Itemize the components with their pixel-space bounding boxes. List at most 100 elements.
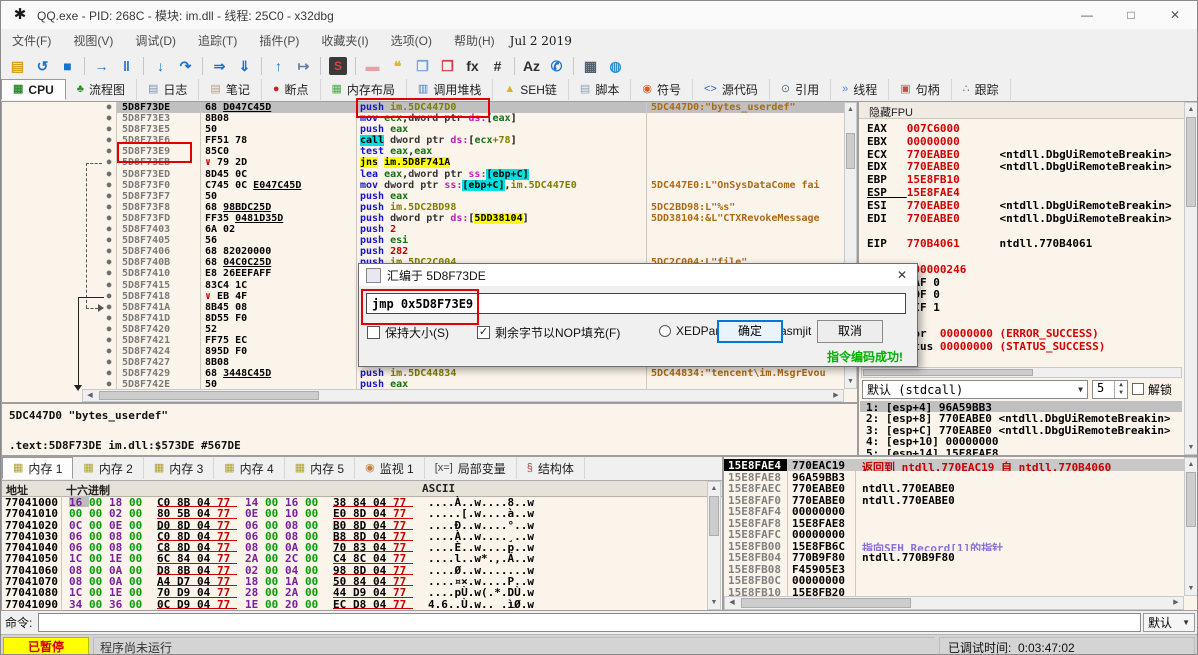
step-into-icon[interactable]: ↓ — [148, 55, 173, 77]
register-line[interactable]: EBX 00000000 — [859, 135, 1197, 148]
disasm-row[interactable]: ● 5D8F7429 68 3448C45D push im.5DC44834 5DC4… — [2, 368, 845, 380]
dialog-close-icon[interactable]: ✕ — [887, 268, 917, 282]
az-text-icon[interactable]: Az — [519, 55, 544, 77]
run-to-user-code-icon[interactable]: ⇓ — [232, 55, 257, 77]
maximize-button[interactable]: □ — [1109, 1, 1153, 29]
tab-结构体[interactable]: § 结构体 — [517, 457, 585, 479]
stack-vscrollbar[interactable]: ▲ ▼ — [1184, 457, 1197, 596]
breakpoint-dot-icon[interactable]: ● — [102, 190, 117, 202]
dump-row[interactable]: 77041010 00 00 02 00 80 5B 04 77 0E 00 10 00 E0 8D 04 77… — [2, 507, 708, 520]
register-line[interactable]: EDI 770EABE0 <ntdll.DbgUiRemoteBreakin> — [859, 212, 1197, 225]
breakpoint-dot-icon[interactable]: ● — [102, 113, 117, 125]
register-line[interactable] — [859, 250, 1197, 263]
label-icon[interactable]: ❐ — [410, 55, 435, 77]
tab-笔记[interactable]: ▤ 笔记 — [199, 79, 262, 100]
register-line[interactable]: ESP 15E8FAE4 — [859, 186, 1197, 199]
tab-源代码[interactable]: <> 源代码 — [693, 79, 770, 100]
bookmark-icon[interactable]: ❒ — [435, 55, 460, 77]
disasm-row[interactable]: ● 5D8F7406 68 82020000 push 282 — [2, 246, 845, 258]
calculator-icon[interactable]: ▦ — [578, 55, 603, 77]
menu-item[interactable]: 选项(O) — [380, 34, 443, 48]
step-over-icon[interactable]: ↷ — [173, 55, 198, 77]
tab-SEH链[interactable]: ▲ SEH链 — [493, 79, 569, 100]
memory-dump-panel[interactable]: ▦ 内存 1 ▦ 内存 2 ▦ 内存 3 ▦ 内存 4 ▦ 内存 5 ◉ 监视 1 [x=] 局部变量 § 结… — [1, 456, 723, 611]
breakpoint-dot-icon[interactable]: ● — [102, 268, 117, 280]
menu-item[interactable]: 追踪(T) — [187, 34, 248, 48]
stack-row[interactable]: 15E8FAE8 96A59BB3 — [724, 470, 1184, 484]
dump-row[interactable]: 77041000 16 00 18 00 C0 8B 04 77 14 00 16 00 38 84 04 77… — [2, 496, 708, 509]
stack-row[interactable]: 15E8FB0C 00000000 — [724, 574, 1184, 587]
menu-item[interactable]: 文件(F) — [1, 34, 62, 48]
step-out-icon[interactable]: ↑ — [266, 55, 291, 77]
menu-item[interactable]: 视图(V) — [62, 34, 124, 48]
breakpoint-dot-icon[interactable]: ● — [102, 290, 117, 302]
tab-符号[interactable]: ◉ 符号 — [631, 79, 693, 100]
breakpoint-dot-icon[interactable]: ● — [102, 334, 117, 347]
unlock-checkbox[interactable] — [1132, 383, 1144, 395]
disasm-row[interactable]: ● 5D8F7403 6A 02 push 2 — [2, 224, 845, 236]
globe-icon[interactable]: ◍ — [603, 55, 628, 77]
breakpoint-dot-icon[interactable]: ● — [102, 346, 117, 358]
registers-vscrollbar[interactable]: ▲ ▼ — [1184, 102, 1197, 455]
dump-row[interactable]: 77041030 06 00 08 00 C0 8D 04 77 06 00 08 00 B8 8D 04 77… — [2, 529, 708, 543]
keep-size-checkbox[interactable]: 保持大小(S) — [367, 324, 449, 341]
breakpoint-dot-icon[interactable]: ● — [102, 279, 117, 291]
tab-脚本[interactable]: ▤ 脚本 — [569, 79, 632, 100]
argument-row[interactable]: 1: [esp+4] 96A59BB3 — [860, 401, 1182, 414]
close-button[interactable]: ✕ — [1153, 1, 1197, 29]
stack-row[interactable]: 15E8FAFC 00000000 — [724, 528, 1184, 541]
stack-row[interactable]: 15E8FB04 770B9F80 ntdll.770B9F80 — [724, 551, 1184, 564]
tab-内存 5[interactable]: ▦ 内存 5 — [285, 457, 356, 479]
breakpoint-dot-icon[interactable]: ● — [102, 312, 117, 324]
breakpoint-dot-icon[interactable]: ● — [102, 257, 117, 269]
comment-icon[interactable]: ❝ — [385, 55, 410, 77]
menu-item[interactable]: 调试(D) — [124, 34, 187, 48]
command-input[interactable] — [38, 613, 1141, 632]
tab-内存 1[interactable]: ▦ 内存 1 — [2, 457, 74, 479]
tab-引用[interactable]: ⊙ 引用 — [770, 79, 832, 100]
breakpoint-dot-icon[interactable]: ● — [102, 323, 117, 335]
menu-item[interactable]: 插件(P) — [248, 34, 310, 48]
phone-icon[interactable]: ✆ — [544, 55, 569, 77]
disasm-row[interactable]: ● 5D8F73E5 50 push eax — [2, 124, 845, 136]
menu-item[interactable]: 收藏夹(I) — [310, 34, 379, 48]
breakpoint-dot-icon[interactable]: ● — [102, 301, 117, 313]
stack-row[interactable]: 15E8FAF4 00000000 — [724, 505, 1184, 518]
stack-row[interactable]: 15E8FB08 F45905E3 — [724, 562, 1184, 576]
stop-icon[interactable]: ■ — [55, 55, 80, 77]
tab-内存 3[interactable]: ▦ 内存 3 — [144, 457, 215, 479]
hide-fpu-button[interactable]: 隐藏FPU — [859, 102, 1197, 119]
breakpoint-dot-icon[interactable]: ● — [102, 357, 117, 369]
registers-hscrollbar[interactable] — [861, 367, 1182, 378]
breakpoint-dot-icon[interactable]: ● — [102, 368, 117, 380]
dump-row[interactable]: 77041020 0C 00 0E 00 D0 8D 04 77 06 00 08 00 B0 8D 04 77… — [2, 518, 708, 532]
dump-row[interactable]: 77041090 34 00 36 00 0C D9 04 77 1E 00 20 00 EC D8 04 77… — [2, 597, 708, 610]
breakpoint-dot-icon[interactable]: ● — [102, 235, 117, 247]
stack-row[interactable]: 15E8FAF8 15E8FAE8 — [724, 516, 1184, 530]
restart-icon[interactable]: ↺ — [30, 55, 55, 77]
breakpoint-dot-icon[interactable]: ● — [102, 157, 117, 169]
breakpoint-dot-icon[interactable]: ● — [102, 102, 117, 114]
disasm-row[interactable]: ● 5D8F73F0 C745 0C E047C45D mov dword ptr s… — [2, 179, 845, 191]
tab-线程[interactable]: » 线程 — [831, 79, 890, 100]
breakpoint-dot-icon[interactable]: ● — [102, 179, 117, 191]
tab-日志[interactable]: ▤ 日志 — [137, 79, 200, 100]
stack-row[interactable]: 15E8FB00 15E8FB6C 指向SEH_Record[1]的指针 — [724, 539, 1184, 553]
argument-row[interactable]: 4: [esp+10] 00000000 — [860, 435, 1182, 448]
argument-row[interactable]: 3: [esp+C] 770EABE0 <ntdll.DbgUiRemoteBr… — [860, 424, 1182, 437]
breakpoint-dot-icon[interactable]: ● — [102, 146, 117, 158]
tab-监视 1[interactable]: ◉ 监视 1 — [355, 457, 425, 479]
stack-hscrollbar[interactable]: ◀ ▶ — [724, 596, 1184, 610]
tab-调用堆栈[interactable]: ▥ 调用堆栈 — [407, 79, 494, 100]
register-line[interactable]: EDX 770EABE0 <ntdll.DbgUiRemoteBreakin> — [859, 160, 1197, 173]
breakpoint-dot-icon[interactable]: ● — [102, 246, 117, 258]
disasm-row[interactable]: ● 5D8F73F8 68 98BDC25D push im.5DC2BD98 5DC2… — [2, 201, 845, 213]
register-line[interactable]: EIP 770B4061 ntdll.770B4061 — [859, 237, 1197, 250]
ok-button[interactable]: 确定 — [717, 320, 783, 343]
register-line[interactable]: ESI 770EABE0 <ntdll.DbgUiRemoteBreakin> — [859, 199, 1197, 212]
execute-till-return-icon[interactable]: ⇒ — [207, 55, 232, 77]
open-file-icon[interactable]: ▤ — [5, 55, 30, 77]
dump-row[interactable]: 77041070 08 00 0A 00 A4 D7 04 77 18 00 1A 00 50 84 04 77… — [2, 575, 708, 588]
pause-icon[interactable]: ‖ — [114, 55, 139, 77]
stack-panel[interactable]: 15E8FAE4 770EAC19 返回到 ntdll.770EAC19 自 ntd… — [723, 456, 1197, 611]
